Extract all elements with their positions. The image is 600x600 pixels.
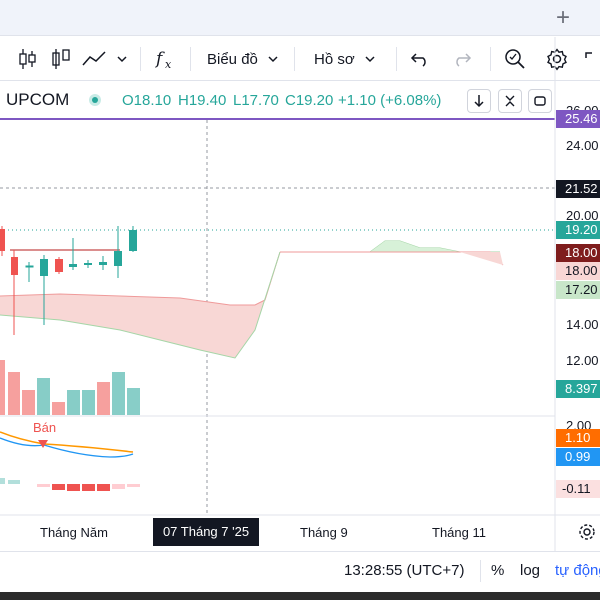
taskbar-edge <box>0 592 600 600</box>
macd-signal-line <box>0 431 134 453</box>
alert-price-tag: 25.46 <box>556 110 600 128</box>
span-a-tag: 17.20 <box>556 281 600 299</box>
log-scale-toggle[interactable]: log <box>520 562 540 579</box>
macd-histogram <box>0 478 140 491</box>
auto-scale-toggle[interactable]: tự động <box>555 562 600 579</box>
time-label: Tháng Năm <box>40 525 108 540</box>
macd-tag: 0.99 <box>556 448 600 466</box>
crosshair-date-tag: 07 Tháng 7 '25 <box>153 518 259 546</box>
time-axis[interactable]: Tháng Năm Tháng 9 Tháng 11 07 Tháng 7 '2… <box>0 515 555 551</box>
future-cloud-bearish <box>460 252 503 265</box>
status-bar: 13:28:55 (UTC+7) % log tự động <box>0 551 600 589</box>
price-tick: 24.00 <box>566 138 599 153</box>
last-price-tag: 19.20 <box>556 221 600 239</box>
span-b-tag: 18.00 <box>556 262 600 280</box>
volume-bars <box>0 360 140 415</box>
base-line-tag: 18.00 <box>556 244 600 262</box>
price-chart[interactable] <box>0 0 600 600</box>
axis-settings-gear-icon[interactable] <box>577 522 597 547</box>
macd-signal-tag: 1.10 <box>556 429 600 447</box>
status-divider <box>480 560 481 582</box>
price-tick: 14.00 <box>566 317 599 332</box>
sell-signal-label: Bán <box>33 420 57 435</box>
clock-timezone[interactable]: 13:28:55 (UTC+7) <box>344 562 464 579</box>
price-tick: 12.00 <box>566 353 599 368</box>
crosshair-price-tag: 21.52 <box>556 180 600 198</box>
time-label: Tháng 9 <box>300 525 348 540</box>
future-cloud-bullish <box>370 241 460 252</box>
histogram-tag: -0.11 <box>556 480 600 498</box>
macd-line <box>0 437 134 458</box>
percent-scale-toggle[interactable]: % <box>491 562 504 579</box>
time-label: Tháng 11 <box>432 525 486 540</box>
volume-tag: 8.397 <box>556 380 600 398</box>
